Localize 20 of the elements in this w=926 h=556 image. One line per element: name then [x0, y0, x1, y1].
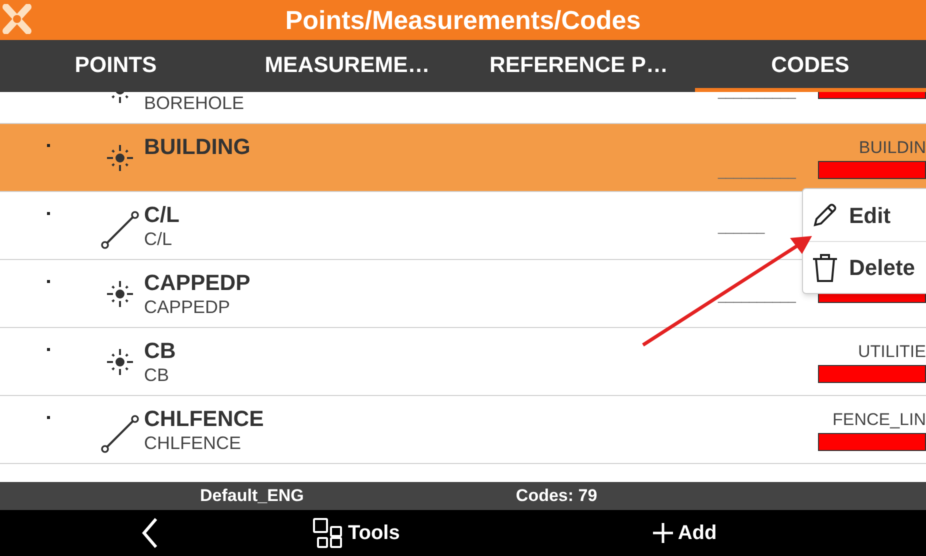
code-name: CHLFENCE	[144, 406, 265, 432]
line-style: __________	[718, 286, 797, 302]
window-title: Points/Measurements/Codes	[285, 4, 641, 36]
code-name: BUILDING	[144, 134, 252, 160]
line-style: ______	[718, 218, 766, 234]
code-description: CB	[144, 364, 170, 386]
code-name: CAPPEDP	[144, 270, 252, 296]
code-description: BOREHOLE	[144, 92, 246, 114]
code-description: CAPPEDP	[144, 296, 232, 318]
code-count: Codes: 79	[516, 485, 598, 508]
layer-name: FENCE_LIN	[832, 408, 926, 430]
code-list-name: Default_ENG	[200, 485, 304, 508]
code-description: CHLFENCE	[144, 432, 242, 454]
layer-name: BUILDIN	[858, 136, 926, 158]
line-style: __________	[718, 162, 797, 178]
code-name: C/L	[144, 202, 180, 228]
line-style: __________	[718, 92, 797, 98]
code-name: CB	[144, 338, 177, 364]
code-description: C/L	[144, 228, 174, 250]
layer-name: UTILITIE	[858, 340, 926, 362]
